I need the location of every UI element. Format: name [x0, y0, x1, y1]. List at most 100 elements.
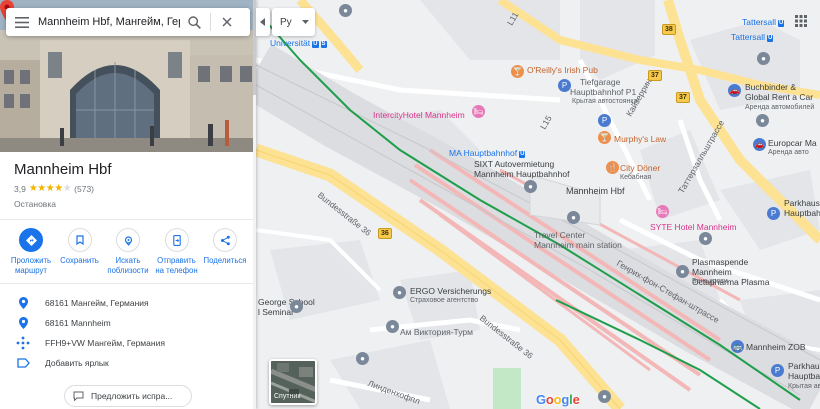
plus-code-text: FFH9+VW Мангейм, Германия	[45, 338, 165, 348]
map-label-tattersall-2[interactable]: Tattersall U	[731, 32, 774, 42]
place-type[interactable]: Остановка	[14, 199, 56, 209]
bar-poi-icon[interactable]: 🍸	[511, 65, 524, 78]
action-label: Отправить на телефон	[155, 256, 198, 275]
location-pin-icon	[14, 296, 32, 310]
map-label-syte[interactable]: SYTE Hotel Mannheim	[650, 222, 736, 232]
send-to-phone-circle	[164, 228, 189, 252]
map-label-mannheim-zob[interactable]: Mannheim ZOB	[746, 342, 806, 352]
map-label-tattersall-top[interactable]: Tattersall U	[742, 17, 785, 27]
satellite-toggle[interactable]: Спутник	[269, 359, 317, 405]
nearby-button[interactable]: Искать поблизости	[105, 228, 151, 275]
star-empty-icon: ★	[62, 183, 72, 194]
map-label-parkhaus-top[interactable]: Parkhaus Hauptbahn	[784, 198, 820, 218]
place-title: Mannheim Hbf	[14, 161, 112, 178]
search-divider	[210, 13, 211, 31]
blood-bank-poi-icon[interactable]: ●	[676, 265, 689, 278]
nearby-icon	[124, 235, 132, 246]
action-bar: Проложить маршрут Сохранить Искать побли…	[8, 228, 248, 275]
poi-marker-icon[interactable]: ●	[598, 390, 611, 403]
language-select[interactable]: Ру	[272, 8, 315, 36]
car-rental-poi-icon[interactable]: 🚗	[753, 138, 766, 151]
map-label-city-doner[interactable]: City Döner	[620, 163, 660, 173]
map-label-universitat[interactable]: Universität U S	[270, 38, 327, 48]
map-label-parkhaus-bottom[interactable]: Parkhaus Hauptbahn	[788, 361, 820, 381]
menu-button[interactable]	[6, 8, 38, 36]
map-label-george[interactable]: George School	[258, 297, 315, 307]
parking-poi-icon[interactable]: P	[558, 79, 571, 92]
share-button[interactable]: Поделиться	[202, 228, 248, 275]
road-shield-36: 36	[378, 228, 392, 239]
share-icon	[220, 235, 230, 245]
language-value: Ру	[280, 16, 292, 28]
map-label-buchbinder[interactable]: Buchbinder & Global Rent a Car	[745, 82, 820, 102]
bus-station-poi-icon[interactable]: 🚌	[731, 340, 744, 353]
add-label-row[interactable]: Добавить ярлык	[14, 355, 244, 371]
suggest-edit-button[interactable]: Предложить испра...	[64, 385, 192, 407]
hotel-poi-icon[interactable]: 🛏	[656, 205, 669, 218]
road-shield-37b: 37	[676, 92, 690, 103]
map-label-europcar[interactable]: Europcar Ma	[768, 138, 817, 148]
apps-grid-button[interactable]	[792, 12, 810, 30]
share-circle	[213, 228, 237, 252]
restaurant-poi-icon[interactable]: 🍴	[606, 161, 619, 174]
map-label-mannheim-hbf[interactable]: Mannheim Hbf	[566, 186, 625, 196]
road-shield-38: 38	[662, 24, 676, 35]
parking-poi-icon[interactable]: P	[771, 364, 784, 377]
directions-button[interactable]: Проложить маршрут	[8, 228, 54, 275]
divider	[0, 283, 253, 284]
map-label-hauptbahnhof-p1[interactable]: Hauptbahnhof P1	[570, 87, 636, 97]
review-count[interactable]: (573)	[74, 184, 94, 194]
action-label: Искать поблизости	[107, 256, 149, 275]
collapse-panel-button[interactable]	[256, 8, 270, 36]
parking-poi-icon[interactable]: P	[598, 114, 611, 127]
map-label-murphys[interactable]: Murphy's Law	[614, 134, 666, 144]
plus-code-row[interactable]: FFH9+VW Мангейм, Германия	[14, 335, 244, 351]
label-icon	[14, 356, 32, 370]
search-icon	[187, 15, 201, 29]
map-label-sixt[interactable]: SIXT Autovermietung Mannheim Hauptbahnho…	[474, 159, 584, 179]
clear-search-button[interactable]	[213, 8, 241, 36]
map-label-travel-center[interactable]: Travel Center Mannheim main station	[534, 230, 624, 250]
address-row[interactable]: 68161 Мангейм, Германия	[14, 295, 244, 311]
search-box	[6, 8, 250, 36]
parking-poi-icon[interactable]: P	[767, 207, 780, 220]
poi-marker-icon[interactable]: ●	[386, 320, 399, 333]
map-label-tiefgarage[interactable]: Tiefgarage	[580, 77, 620, 87]
hotel-poi-icon[interactable]: 🛏	[472, 105, 485, 118]
divider	[0, 219, 253, 220]
car-rental-poi-icon[interactable]: 🚗	[728, 84, 741, 97]
chevron-left-icon	[260, 18, 265, 26]
send-to-phone-icon	[172, 234, 181, 246]
address-row[interactable]: 68161 Mannheim	[14, 315, 244, 331]
suggest-edit-label: Предложить испра...	[91, 391, 173, 401]
map-label-parkhaus-bottom-sub: Крытая автостоя	[788, 383, 820, 390]
close-icon	[222, 17, 232, 27]
search-button[interactable]	[180, 8, 208, 36]
travel-center-poi-icon[interactable]: ●	[567, 211, 580, 224]
action-label: Поделиться	[203, 256, 247, 265]
map-label-ma-hauptbahnhof[interactable]: MA Hauptbahnhof U	[449, 148, 526, 158]
insurance-poi-icon[interactable]: ●	[393, 286, 406, 299]
send-to-phone-button[interactable]: Отправить на телефон	[154, 228, 200, 275]
action-label: Проложить маршрут	[10, 256, 52, 275]
poi-marker-icon[interactable]: ●	[356, 352, 369, 365]
poi-marker-icon[interactable]: ●	[756, 114, 769, 127]
rating-row[interactable]: 3,9 ★★★★★ (573)	[14, 183, 94, 194]
map-label-oreilly[interactable]: O'Reilly's Irish Pub	[527, 65, 598, 75]
place-panel: Mannheim Hbf 3,9 ★★★★★ (573) Остановка П…	[0, 0, 256, 409]
poi-marker-icon[interactable]: ●	[757, 52, 770, 65]
poi-marker-icon[interactable]: ●	[524, 180, 537, 193]
rating-stars-icon: ★★★★★	[29, 183, 72, 194]
poi-marker-icon[interactable]: ●	[339, 4, 352, 17]
apps-grid-icon	[795, 15, 807, 27]
poi-marker-icon[interactable]: ●	[699, 232, 712, 245]
map-label-seminar[interactable]: l Seminar	[258, 307, 294, 317]
search-input[interactable]	[38, 12, 180, 32]
satellite-label: Спутник	[274, 393, 301, 400]
school-poi-icon[interactable]: ●	[290, 300, 303, 313]
bar-poi-icon[interactable]: 🍸	[598, 131, 611, 144]
map-label-intercity[interactable]: IntercityHotel Mannheim	[373, 110, 465, 120]
save-button[interactable]: Сохранить	[57, 228, 103, 275]
panel-scrollbar[interactable]	[253, 0, 256, 409]
map-label-ergo[interactable]: ERGO Versicherungs	[410, 286, 491, 296]
